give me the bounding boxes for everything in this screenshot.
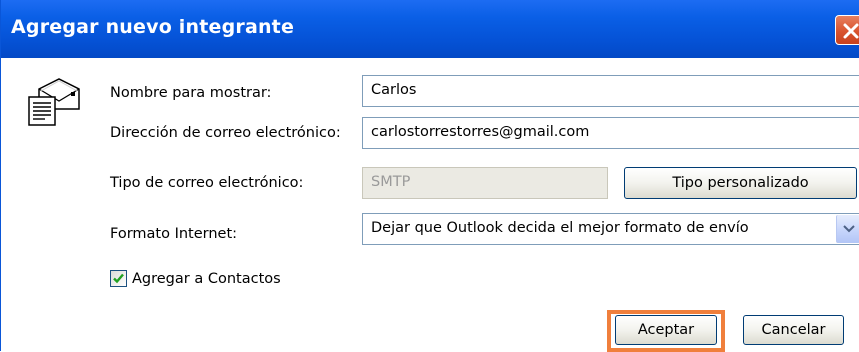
dialog-window: Agregar nuevo integrante Nombre para mos… xyxy=(0,0,859,352)
dialog-title: Agregar nuevo integrante xyxy=(11,16,295,38)
email-type-input: SMTP xyxy=(362,167,608,199)
close-button[interactable] xyxy=(835,15,859,45)
envelope-icon xyxy=(28,78,80,126)
chevron-down-icon xyxy=(843,225,855,233)
internet-format-select[interactable]: Dejar que Outlook decida el mejor format… xyxy=(362,213,859,245)
email-address-label: Dirección de correo electrónico: xyxy=(110,125,341,141)
email-type-label: Tipo de correo electrónico: xyxy=(110,175,304,191)
add-to-contacts-label[interactable]: Agregar a Contactos xyxy=(132,271,281,287)
close-icon xyxy=(843,23,859,39)
display-name-label: Nombre para mostrar: xyxy=(110,85,272,101)
display-name-input[interactable]: Carlos xyxy=(362,75,859,107)
cancel-button[interactable]: Cancelar xyxy=(743,315,844,345)
add-to-contacts-checkbox[interactable] xyxy=(110,270,127,287)
email-address-input[interactable]: carlostorrestorres@gmail.com xyxy=(362,117,859,149)
title-bar[interactable]: Agregar nuevo integrante xyxy=(1,0,859,58)
internet-format-label: Formato Internet: xyxy=(110,226,238,242)
check-icon xyxy=(113,273,124,284)
custom-type-button[interactable]: Tipo personalizado xyxy=(624,167,857,199)
internet-format-value: Dejar que Outlook decida el mejor format… xyxy=(371,220,749,236)
dropdown-button[interactable] xyxy=(836,215,859,243)
accept-button[interactable]: Aceptar xyxy=(615,315,717,345)
